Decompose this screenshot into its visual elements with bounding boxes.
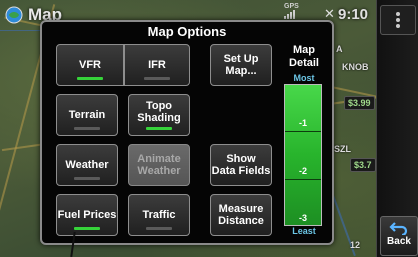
ifr-indicator (144, 77, 170, 80)
map-town-label: KNOB (342, 62, 369, 72)
topo-shading-button[interactable]: Topo Shading (128, 94, 190, 136)
menu-button[interactable] (380, 5, 416, 35)
animate-weather-label-1: Animate (137, 153, 181, 165)
back-arrow-icon (389, 222, 408, 235)
vfr-button[interactable]: VFR (56, 44, 124, 86)
map-options-dialog: Map Options VFR IFR Terrain Topo Shading… (40, 20, 334, 245)
traffic-indicator (146, 227, 172, 230)
ifr-button[interactable]: IFR (124, 44, 190, 86)
fuel-price-label[interactable]: $3.7 (350, 158, 376, 172)
terrain-label: Terrain (68, 109, 106, 121)
weather-indicator (74, 177, 100, 180)
map-detail-slider[interactable]: -1 -2 -3 (284, 84, 322, 226)
measure-distance-label-2: Distance (218, 215, 264, 227)
traffic-button[interactable]: Traffic (128, 194, 190, 236)
clock: 9:10 (338, 6, 369, 23)
animate-weather-label-2: Weather (137, 165, 181, 177)
vfr-label: VFR (79, 59, 101, 71)
show-data-fields-label-2: Data Fields (211, 165, 271, 177)
map-detail-label: Map Detail (280, 44, 328, 70)
signal-bars-icon (284, 10, 299, 19)
detail-level-3[interactable]: -3 (285, 213, 321, 223)
set-up-map-button[interactable]: Set Up Map... (210, 44, 272, 86)
topo-shading-indicator (146, 127, 172, 130)
animate-weather-button[interactable]: Animate Weather (128, 144, 190, 186)
topo-shading-label-1: Topo (145, 100, 173, 112)
fuel-prices-button[interactable]: Fuel Prices (56, 194, 118, 236)
vfr-indicator (77, 77, 103, 80)
weather-button[interactable]: Weather (56, 144, 118, 186)
measure-distance-label-1: Measure (218, 203, 264, 215)
vertical-dots-icon (396, 12, 400, 28)
show-data-fields-button[interactable]: Show Data Fields (210, 144, 272, 186)
gps-signal: GPS (284, 3, 299, 19)
detail-level-1[interactable]: -1 (285, 118, 321, 128)
dialog-title: Map Options (147, 24, 227, 39)
detail-least-label: Least (292, 226, 316, 236)
map-town-label: A (336, 44, 343, 54)
map-detail-label-1: Map (293, 44, 315, 56)
set-up-map-label-2: Map... (225, 65, 257, 77)
back-label: Back (387, 236, 411, 247)
back-button[interactable]: Back (380, 216, 418, 256)
fuel-prices-label: Fuel Prices (57, 209, 117, 221)
topo-shading-label-2: Shading (137, 112, 181, 124)
map-airport-label: SZL (334, 144, 351, 154)
detail-level-2[interactable]: -2 (285, 166, 321, 176)
gps-label: GPS (284, 3, 299, 10)
terrain-button[interactable]: Terrain (56, 94, 118, 136)
set-up-map-label-1: Set Up (223, 53, 259, 65)
show-data-fields-label-1: Show (226, 153, 256, 165)
weather-label: Weather (65, 159, 109, 171)
measure-distance-button[interactable]: Measure Distance (210, 194, 272, 236)
traffic-label: Traffic (142, 209, 176, 221)
map-frequency-label: 12 (350, 240, 361, 250)
fuel-prices-indicator (74, 227, 100, 230)
terrain-indicator (74, 127, 100, 130)
map-detail-label-2: Detail (289, 57, 319, 69)
detail-most-label: Most (293, 73, 315, 83)
ifr-label: IFR (148, 59, 166, 71)
fuel-price-label[interactable]: $3.99 (344, 96, 375, 110)
gps-status-icon (5, 6, 23, 24)
